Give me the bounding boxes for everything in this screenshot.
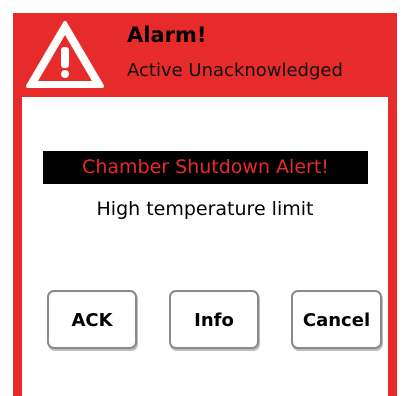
alert-title: Chamber Shutdown Alert! bbox=[43, 151, 368, 184]
warning-triangle-icon bbox=[25, 20, 105, 89]
alarm-status: Active Unacknowledged bbox=[127, 60, 343, 81]
cancel-button[interactable]: Cancel bbox=[291, 290, 382, 349]
alarm-dialog: Alarm! Active Unacknowledged Chamber Shu… bbox=[13, 13, 397, 396]
alert-message: High temperature limit bbox=[96, 198, 314, 220]
alarm-header: Alarm! Active Unacknowledged bbox=[13, 13, 397, 97]
alarm-content: Chamber Shutdown Alert! High temperature… bbox=[22, 97, 388, 396]
ack-button[interactable]: ACK bbox=[47, 290, 137, 349]
info-button[interactable]: Info bbox=[169, 290, 259, 349]
alarm-title: Alarm! bbox=[127, 23, 207, 47]
